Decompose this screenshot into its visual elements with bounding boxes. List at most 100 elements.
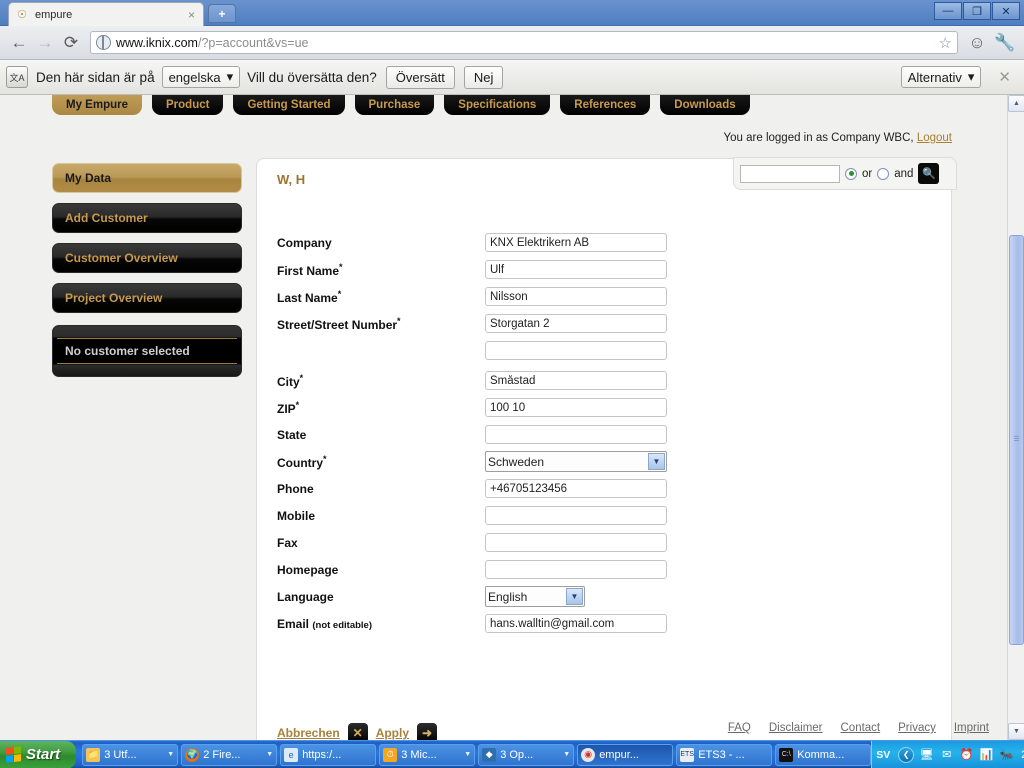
cancel-button[interactable]: Abbrechen: [277, 726, 340, 740]
sidebar-item-project-overview[interactable]: Project Overview: [52, 283, 242, 313]
translate-bar-right: Alternativ ▾ ✕: [894, 66, 1018, 88]
taskbar-item-explorer[interactable]: 📁 3 Utf... ▼: [82, 743, 179, 766]
input-homepage[interactable]: [485, 560, 667, 579]
cancel-x-icon[interactable]: ✕: [347, 723, 368, 740]
input-fax[interactable]: [485, 533, 667, 552]
source-language-select[interactable]: engelska ▾: [161, 66, 241, 88]
search-input[interactable]: [740, 164, 840, 183]
mail-icon[interactable]: ✉: [939, 747, 954, 762]
input-zip[interactable]: [485, 398, 667, 417]
sidebar-item-customer-overview[interactable]: Customer Overview: [52, 243, 242, 273]
footer-link-faq[interactable]: FAQ: [728, 722, 751, 734]
footer-link-imprint[interactable]: Imprint: [954, 722, 989, 734]
apply-button[interactable]: Apply: [376, 726, 409, 740]
chrome-icon: ◉: [581, 747, 596, 762]
input-city[interactable]: [485, 371, 667, 390]
input-street[interactable]: [485, 314, 667, 333]
empure-logo-icon: ☉: [17, 9, 27, 21]
taskbar-item-outlook[interactable]: ⏱ 3 Mic... ▼: [379, 743, 476, 766]
minimize-button[interactable]: —: [934, 2, 962, 20]
apply-arrow-icon[interactable]: ➜: [417, 723, 438, 740]
taskbar-item-chrome[interactable]: ◉ empur...: [577, 743, 674, 766]
taskbar-item-firefox[interactable]: 🌍 2 Fire... ▼: [181, 743, 278, 766]
nope-button[interactable]: Nej: [463, 65, 504, 89]
input-last-name[interactable]: [485, 287, 667, 306]
taskbar-item-opera[interactable]: ◆ 3 Op... ▼: [478, 743, 575, 766]
form-row-zip: ZIP*: [277, 394, 937, 421]
label-last-name: Last Name*: [277, 288, 342, 305]
sidebar-item-my-data[interactable]: My Data: [52, 163, 242, 193]
profile-icon[interactable]: ☺: [964, 30, 990, 56]
signal-icon[interactable]: 📊: [979, 747, 994, 762]
select-language[interactable]: English ▼: [485, 586, 585, 607]
translate-message-start: Den här sidan är på: [36, 69, 155, 85]
vertical-scrollbar[interactable]: ▲ ☰ ▼: [1007, 95, 1024, 740]
chevron-down-icon[interactable]: ▼: [167, 751, 174, 758]
input-state[interactable]: [485, 425, 667, 444]
form-row-city: City*: [277, 367, 937, 394]
nav-tab-downloads[interactable]: Downloads: [660, 95, 750, 115]
new-tab-button[interactable]: +: [208, 4, 236, 23]
maximize-button[interactable]: ❐: [963, 2, 991, 20]
reload-icon[interactable]: ⟳: [58, 30, 84, 56]
nav-tab-getting-started[interactable]: Getting Started: [233, 95, 345, 115]
logout-link[interactable]: Logout: [917, 132, 952, 144]
footer-link-disclaimer[interactable]: Disclaimer: [769, 722, 823, 734]
translate-close-icon[interactable]: ✕: [998, 68, 1011, 86]
page-title: W, H: [277, 172, 306, 187]
tray-expand-icon[interactable]: ❮: [898, 746, 915, 763]
close-icon[interactable]: ×: [186, 8, 197, 22]
translate-options-button[interactable]: Alternativ ▾: [900, 66, 982, 88]
start-button[interactable]: Start: [0, 740, 77, 768]
taskbar-item-console[interactable]: C:\ Komma...: [775, 743, 872, 766]
address-bar[interactable]: www.iknix.com/?p=account&vs=ue ☆: [90, 31, 958, 54]
input-company[interactable]: [485, 233, 667, 252]
chevron-down-icon[interactable]: ▼: [464, 751, 471, 758]
input-mobile[interactable]: [485, 506, 667, 525]
nav-tab-references[interactable]: References: [560, 95, 651, 115]
chevron-down-icon: ▼: [648, 453, 665, 470]
nav-tab-product[interactable]: Product: [152, 95, 224, 115]
label-company: Company: [277, 235, 332, 250]
back-icon[interactable]: ←: [6, 30, 32, 56]
scroll-down-icon[interactable]: ▼: [1008, 723, 1024, 740]
search-radio-and[interactable]: [877, 167, 890, 180]
input-street-line2[interactable]: [485, 341, 667, 360]
language-indicator[interactable]: SV: [876, 749, 890, 761]
scrollbar-thumb[interactable]: ☰: [1009, 235, 1024, 645]
address-host: www.iknix.com: [116, 35, 198, 50]
search-radio-or-label: or: [862, 167, 873, 180]
scroll-up-icon[interactable]: ▲: [1008, 95, 1024, 112]
search-radio-or[interactable]: [845, 167, 857, 180]
taskbar-item-label: empur...: [599, 748, 639, 761]
clock-icon[interactable]: ⏰: [959, 747, 974, 762]
search-icon[interactable]: 🔍: [918, 163, 940, 184]
form-row-street-line2: [277, 337, 937, 364]
chevron-down-icon[interactable]: ▼: [563, 751, 570, 758]
browser-tab[interactable]: ☉ empure ×: [8, 2, 204, 26]
taskbar-item-ie[interactable]: e https:/...: [280, 743, 377, 766]
network-icon[interactable]: 🖥: [919, 747, 934, 762]
window-controls: — ❐ ✕: [934, 2, 1020, 20]
select-country[interactable]: Schweden ▼: [485, 451, 667, 472]
footer-link-privacy[interactable]: Privacy: [898, 722, 936, 734]
nav-tab-purchase[interactable]: Purchase: [354, 95, 435, 115]
translate-button[interactable]: Översätt: [385, 65, 455, 89]
window-close-button[interactable]: ✕: [992, 2, 1020, 20]
sidebar-item-add-customer[interactable]: Add Customer: [52, 203, 242, 233]
bookmark-star-icon[interactable]: ☆: [939, 34, 952, 52]
wrench-icon[interactable]: 🔧: [992, 30, 1018, 56]
nav-tab-my-empure[interactable]: My Empure: [52, 95, 142, 115]
nav-tab-specifications[interactable]: Specifications: [444, 95, 551, 115]
footer-link-contact[interactable]: Contact: [841, 722, 881, 734]
opera-icon: ◆: [482, 747, 497, 762]
antivirus-icon[interactable]: 🐜: [999, 747, 1014, 762]
taskbar-item-ets3[interactable]: ETS ETS3 - ...: [676, 743, 773, 766]
forward-icon[interactable]: →: [32, 30, 58, 56]
input-first-name[interactable]: [485, 260, 667, 279]
account-form: Company First Name* Last Name* Street/St…: [277, 229, 937, 637]
taskbar-item-label: 3 Mic...: [401, 748, 437, 761]
input-phone[interactable]: [485, 479, 667, 498]
taskbar-item-label: Komma...: [797, 748, 845, 761]
chevron-down-icon[interactable]: ▼: [266, 751, 273, 758]
